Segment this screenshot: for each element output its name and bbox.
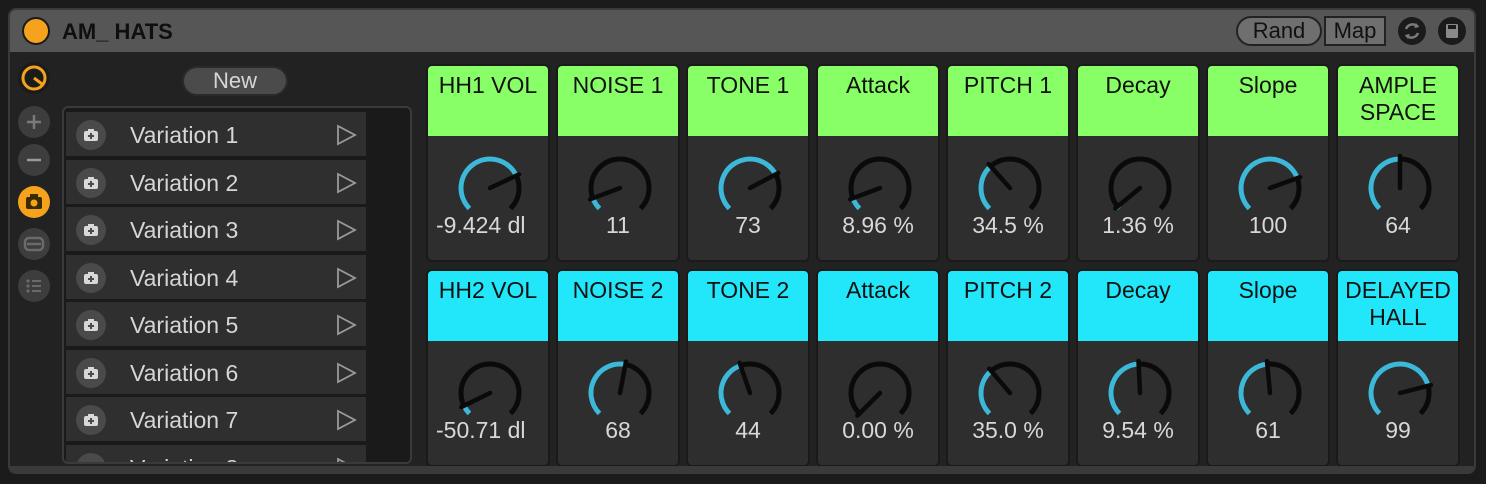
macro-value[interactable]: 8.96 % <box>818 212 938 239</box>
variation-row[interactable]: Variation 5 <box>66 302 366 348</box>
macro-label: Decay <box>1078 271 1198 341</box>
camera-icon[interactable] <box>76 357 106 388</box>
refresh-icon[interactable] <box>1398 17 1426 45</box>
macro-knob-cell: Decay 9.54 % <box>1076 269 1200 467</box>
play-icon[interactable] <box>334 123 358 147</box>
play-icon[interactable] <box>334 171 358 195</box>
macro-knob-cell: TONE 2 44 <box>686 269 810 467</box>
power-icon[interactable] <box>22 17 50 45</box>
variation-list: Variation 1 Variation 2 Variation 3 Variati… <box>62 106 412 464</box>
camera-icon[interactable] <box>76 120 106 150</box>
rand-button[interactable]: Rand <box>1236 16 1322 46</box>
macro-value[interactable]: 44 <box>688 417 808 444</box>
macro-knob-cell: Slope 100 <box>1206 64 1330 262</box>
minus-icon[interactable] <box>18 144 50 176</box>
macro-value[interactable]: 100 <box>1208 212 1328 239</box>
macro-knob-cell: PITCH 2 35.0 % <box>946 269 1070 467</box>
new-variation-button[interactable]: New <box>182 66 288 96</box>
macro-label: Attack <box>818 271 938 341</box>
macro-value[interactable]: 61 <box>1208 417 1328 444</box>
macro-label: Slope <box>1208 66 1328 136</box>
camera-icon[interactable] <box>76 262 106 293</box>
macro-label: Slope <box>1208 271 1328 341</box>
variations-icon[interactable] <box>18 228 50 260</box>
variation-row[interactable]: Variation 1 <box>66 112 366 158</box>
device-bottom-border <box>10 466 1474 472</box>
macro-label: TONE 1 <box>688 66 808 136</box>
macro-knob-cell: Slope 61 <box>1206 269 1330 467</box>
camera-icon[interactable] <box>76 452 106 462</box>
macro-knob-cell: HH1 VOL -9.424 dl <box>426 64 550 262</box>
camera-icon[interactable] <box>76 310 106 340</box>
macro-value[interactable]: 64 <box>1338 212 1458 239</box>
play-icon[interactable] <box>334 266 358 290</box>
macro-value[interactable]: 1.36 % <box>1078 212 1198 239</box>
play-icon[interactable] <box>334 456 358 462</box>
macro-knob-cell: TONE 1 73 <box>686 64 810 262</box>
macro-label: HH1 VOL <box>428 66 548 136</box>
variation-label: Variation 6 <box>130 359 239 386</box>
camera-icon[interactable] <box>76 167 106 198</box>
macro-label: NOISE 1 <box>558 66 678 136</box>
macro-value[interactable]: 35.0 % <box>948 417 1068 444</box>
macro-knob-cell: Attack 8.96 % <box>816 64 940 262</box>
macro-icon[interactable] <box>18 62 50 94</box>
variation-label: Variation 8 <box>130 455 238 463</box>
macro-value[interactable]: 99 <box>1338 417 1458 444</box>
variation-label: Variation 3 <box>130 217 239 243</box>
macro-knob-cell: PITCH 1 34.5 % <box>946 64 1070 262</box>
macro-label: Decay <box>1078 66 1198 136</box>
play-icon[interactable] <box>334 218 358 242</box>
variation-label: Variation 4 <box>130 264 239 291</box>
macro-knob-cell: NOISE 2 68 <box>556 269 680 467</box>
macro-label: DELAYED HALL <box>1338 271 1458 341</box>
variation-row[interactable]: Variation 2 <box>66 159 366 206</box>
variation-row[interactable]: Variation 7 <box>66 397 366 443</box>
camera-icon[interactable] <box>76 405 106 435</box>
macro-label: TONE 2 <box>688 271 808 341</box>
play-icon[interactable] <box>334 408 358 432</box>
macro-knob-cell: HH2 VOL -50.71 dl <box>426 269 550 467</box>
macro-knob-cell: DELAYED HALL 99 <box>1336 269 1460 467</box>
list-icon[interactable] <box>18 270 50 302</box>
map-button[interactable]: Map <box>1324 16 1386 46</box>
macro-knob-cell: NOISE 1 11 <box>556 64 680 262</box>
camera-icon[interactable] <box>76 215 106 245</box>
macro-label: HH2 VOL <box>428 271 548 341</box>
variation-row[interactable]: Variation 3 <box>66 207 366 253</box>
variation-row[interactable]: Variation 4 <box>66 254 366 301</box>
variation-label: Variation 1 <box>130 122 239 148</box>
variation-label: Variation 5 <box>130 312 239 338</box>
macro-label: NOISE 2 <box>558 271 678 341</box>
macro-value[interactable]: 73 <box>688 212 808 239</box>
macro-value[interactable]: 34.5 % <box>948 212 1068 239</box>
macro-label: Attack <box>818 66 938 136</box>
play-icon[interactable] <box>334 361 358 385</box>
device-title: AM_ HATS <box>62 19 173 44</box>
macro-label: PITCH 2 <box>948 271 1068 341</box>
macro-value[interactable]: 9.54 % <box>1078 417 1198 444</box>
variation-label: Variation 7 <box>130 407 239 433</box>
camera-icon[interactable] <box>18 186 50 218</box>
macro-label: PITCH 1 <box>948 66 1068 136</box>
macro-knob-cell: AMPLE SPACE 64 <box>1336 64 1460 262</box>
macro-label: AMPLE SPACE <box>1338 66 1458 136</box>
device-titlebar: AM_ HATS Rand Map <box>10 10 1474 52</box>
play-icon[interactable] <box>334 313 358 337</box>
macro-value[interactable]: 0.00 % <box>818 417 938 444</box>
macro-knob-cell: Attack 0.00 % <box>816 269 940 467</box>
macro-value[interactable]: 11 <box>558 212 678 239</box>
macro-value[interactable]: -50.71 dl <box>428 417 548 444</box>
macro-value[interactable]: 68 <box>558 417 678 444</box>
macro-knob-cell: Decay 1.36 % <box>1076 64 1200 262</box>
save-icon[interactable] <box>1438 17 1466 45</box>
variation-label: Variation 2 <box>130 169 239 196</box>
device-panel: AM_ HATS Rand Map New Variation 1 Variat… <box>8 8 1476 474</box>
macro-value[interactable]: -9.424 dl <box>428 212 548 239</box>
variation-row[interactable]: Variation 8 <box>66 444 366 463</box>
plus-icon[interactable] <box>18 106 50 138</box>
variation-row[interactable]: Variation 6 <box>66 349 366 396</box>
